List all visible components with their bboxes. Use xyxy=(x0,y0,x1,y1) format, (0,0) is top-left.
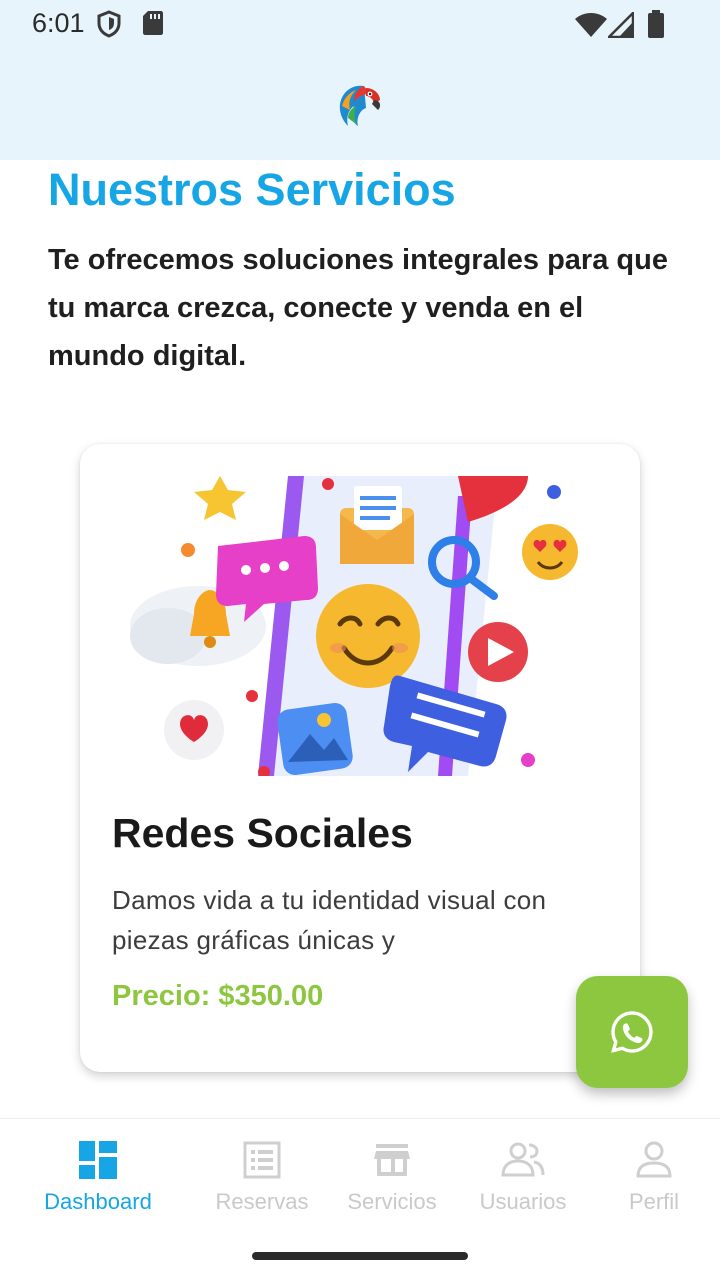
signal-icon xyxy=(608,12,634,38)
intro-text: Te ofrecemos soluciones integrales para … xyxy=(48,244,668,372)
nav-label-perfil: Perfil xyxy=(628,1189,680,1214)
nav-item-perfil[interactable]: Perfil xyxy=(584,1119,720,1229)
wifi-icon xyxy=(575,13,607,37)
app-header: 6:01 xyxy=(0,0,720,160)
card-title: Redes Sociales xyxy=(112,810,413,856)
list-icon xyxy=(243,1141,281,1179)
shield-icon xyxy=(97,10,121,38)
nav-label-usuarios: Usuarios xyxy=(479,1189,567,1214)
status-time: 6:01 xyxy=(32,8,85,38)
nav-item-reservas[interactable]: Reservas xyxy=(192,1119,332,1229)
card-price: Precio: $350.00 xyxy=(112,980,324,1012)
person-icon xyxy=(636,1141,672,1178)
nav-item-servicios[interactable]: Servicios xyxy=(322,1119,462,1229)
store-icon xyxy=(374,1144,410,1176)
battery-icon xyxy=(648,10,664,38)
home-indicator[interactable] xyxy=(252,1252,468,1260)
nav-label-dashboard: Dashboard xyxy=(44,1189,152,1214)
parrot-logo-icon xyxy=(339,85,381,126)
whatsapp-button[interactable] xyxy=(576,976,688,1088)
dashboard-icon xyxy=(79,1141,117,1179)
nav-label-servicios: Servicios xyxy=(347,1189,437,1214)
page-title: Nuestros Servicios xyxy=(48,164,456,215)
nav-item-dashboard[interactable]: Dashboard xyxy=(28,1119,168,1229)
nav-item-usuarios[interactable]: Usuarios xyxy=(453,1119,593,1229)
whatsapp-icon xyxy=(611,1011,653,1053)
status-bar: 6:01 xyxy=(0,0,720,48)
users-icon xyxy=(501,1142,545,1177)
social-media-illustration xyxy=(128,476,592,776)
sd-card-icon xyxy=(143,11,163,35)
nav-label-reservas: Reservas xyxy=(215,1189,309,1214)
card-description: Damos vida a tu identidad visual con pie… xyxy=(112,885,547,955)
service-card[interactable]: Redes Sociales Damos vida a tu identidad… xyxy=(80,444,640,1072)
